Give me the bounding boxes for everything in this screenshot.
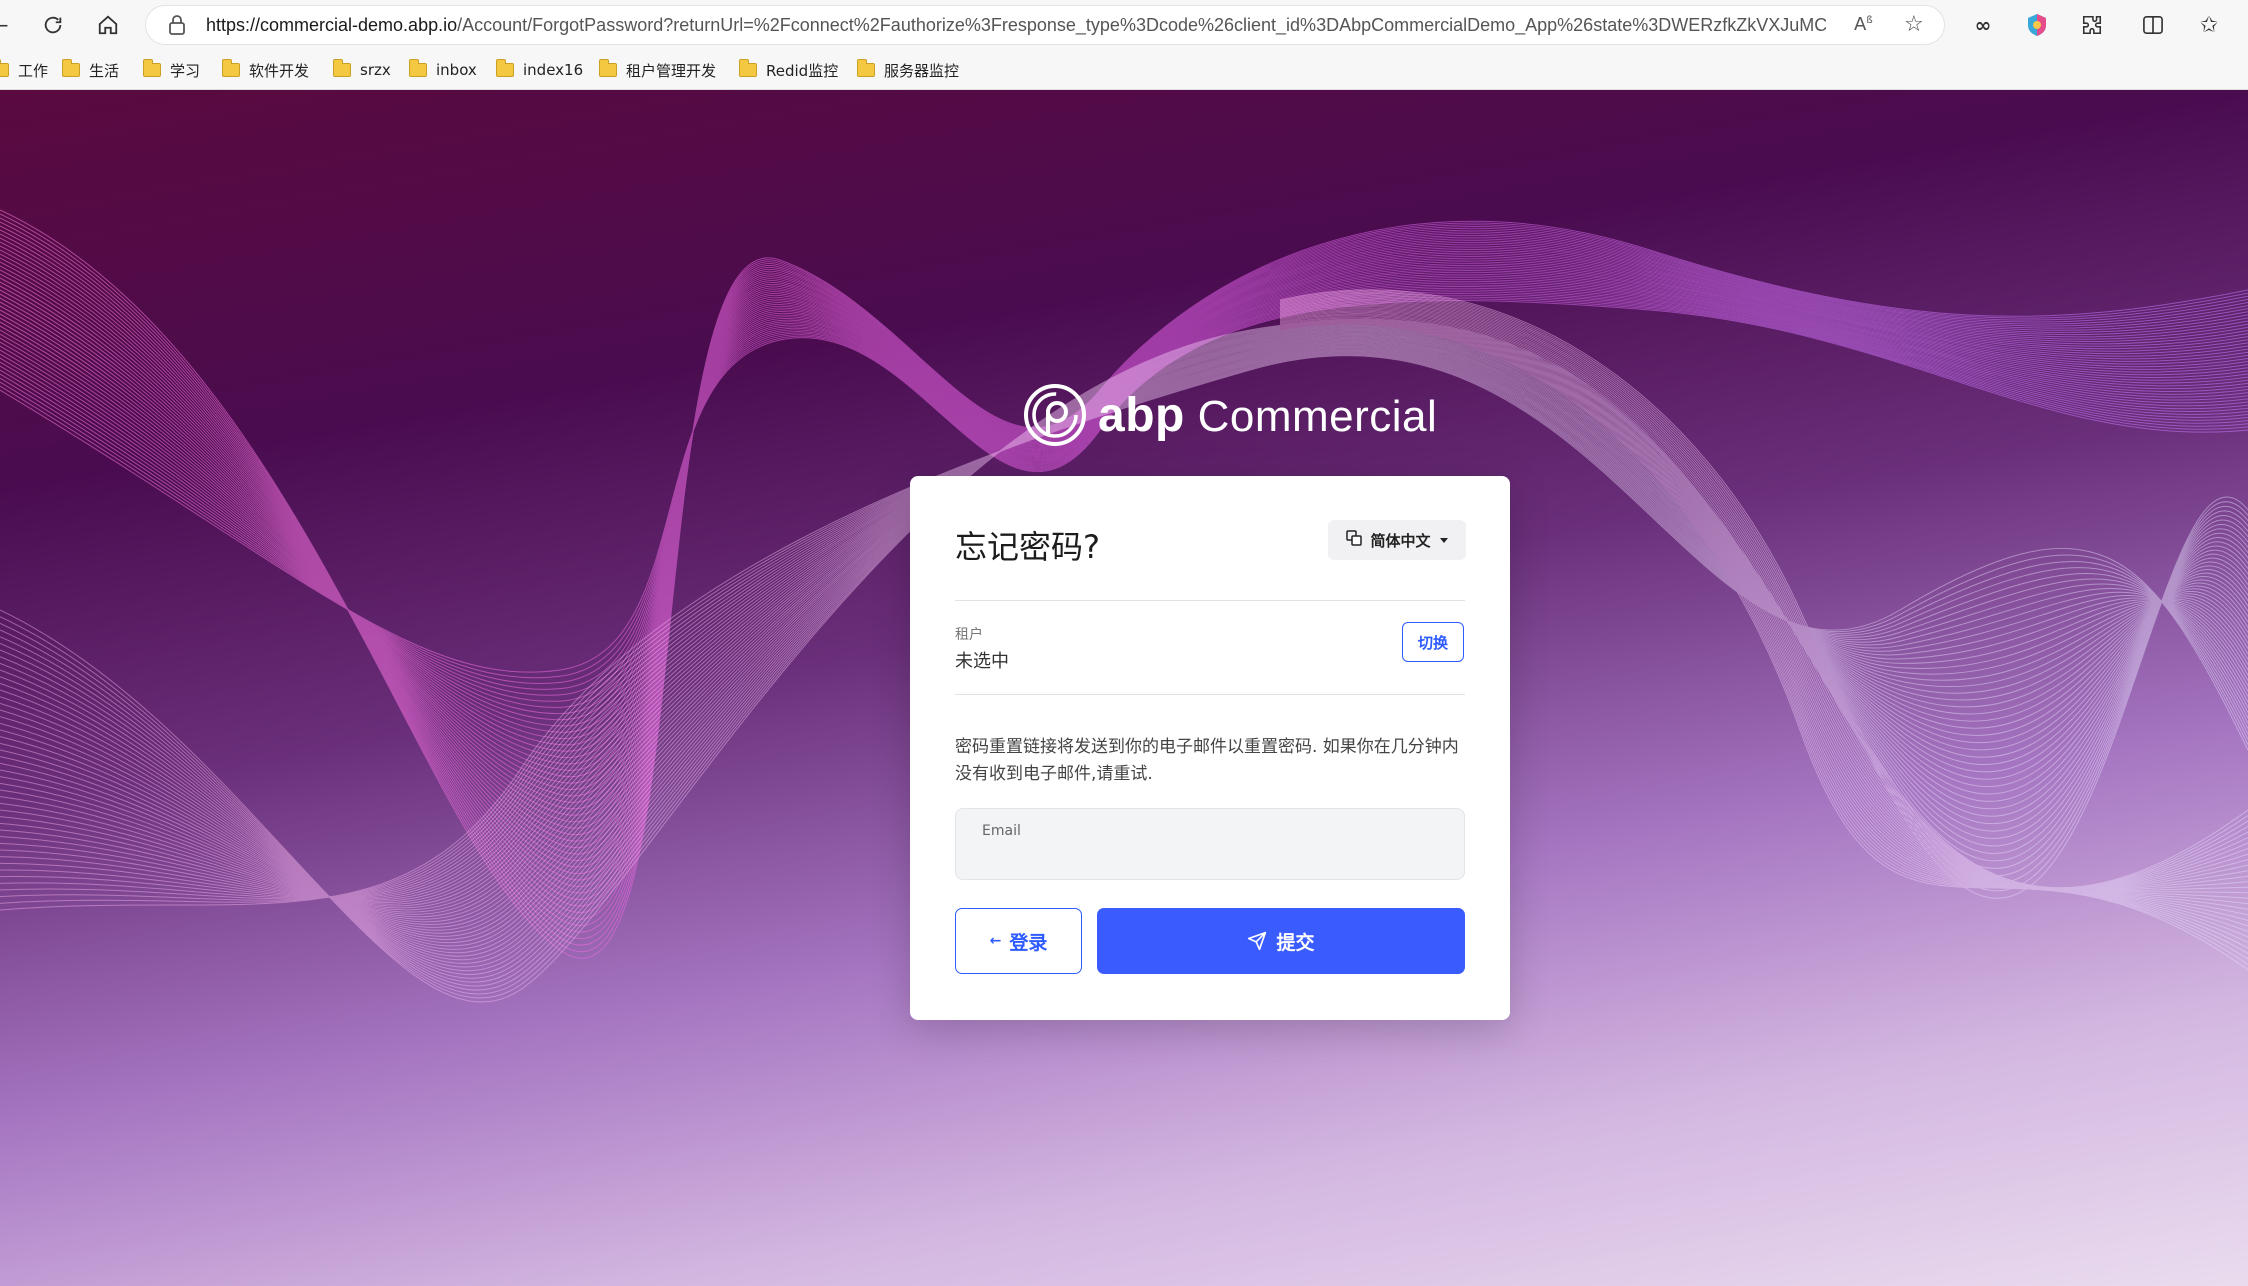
- shield-extension-icon[interactable]: [2022, 10, 2052, 40]
- favorite-star-icon[interactable]: ☆: [1904, 12, 1924, 37]
- tenant-label: 租户: [955, 627, 983, 643]
- abp-logo-icon: [1024, 384, 1086, 446]
- back-icon[interactable]: –: [0, 10, 18, 40]
- url-text[interactable]: https://commercial-demo.abp.io/Account/F…: [206, 15, 1826, 36]
- switch-tenant-button[interactable]: 切换: [1402, 622, 1464, 662]
- home-icon[interactable]: [93, 10, 123, 40]
- divider: [955, 694, 1465, 695]
- divider: [955, 600, 1465, 601]
- login-label: 登录: [1009, 931, 1048, 954]
- bookmarks-bar: 工作 生活 学习 软件开发 srzx inbox index16 租户管理开发 …: [0, 50, 2248, 90]
- bookmark-folder[interactable]: srzx: [333, 59, 391, 81]
- email-field[interactable]: Email: [955, 808, 1465, 880]
- brand-name: abp Commercial: [1098, 388, 1438, 442]
- address-bar[interactable]: https://commercial-demo.abp.io/Account/F…: [145, 5, 1945, 45]
- folder-icon: [496, 59, 514, 77]
- folder-icon: [409, 59, 427, 77]
- translate-icon: [1346, 530, 1363, 550]
- folder-icon: [143, 59, 161, 77]
- bookmark-folder[interactable]: 软件开发: [222, 59, 309, 81]
- reset-info-text: 密码重置链接将发送到你的电子邮件以重置密码. 如果你在几分钟内没有收到电子邮件,…: [955, 737, 1459, 784]
- submit-label: 提交: [1276, 931, 1315, 954]
- language-selector[interactable]: 简体中文: [1328, 520, 1466, 560]
- favorites-list-icon[interactable]: ✩: [2194, 10, 2224, 40]
- tenant-value: 未选中: [955, 651, 1009, 672]
- extensions-puzzle-icon[interactable]: [2077, 10, 2107, 40]
- infinity-extension-icon[interactable]: ∞: [1968, 10, 1998, 40]
- bookmark-folder[interactable]: 学习: [143, 59, 200, 81]
- read-aloud-icon[interactable]: Aß: [1854, 14, 1873, 35]
- forgot-password-card: 忘记密码? 简体中文 租户 未选中 切换 密码重置链接将发送到你的电子邮件以重置…: [910, 476, 1510, 1020]
- caret-down-icon: [1439, 537, 1448, 543]
- folder-icon: [62, 59, 80, 77]
- language-label: 简体中文: [1370, 531, 1431, 550]
- page-background: abp Commercial 忘记密码? 简体中文 租户 未选中 切换 密码重置…: [0, 90, 2248, 1286]
- submit-button[interactable]: 提交: [1097, 908, 1465, 974]
- email-label: Email: [982, 823, 1021, 839]
- page-title: 忘记密码?: [955, 528, 1100, 566]
- folder-icon: [333, 59, 351, 77]
- folder-icon: [0, 59, 9, 77]
- bookmark-folder[interactable]: Redid监控: [739, 59, 838, 81]
- abp-commercial-logo: abp Commercial: [1022, 380, 1437, 450]
- bookmark-folder[interactable]: inbox: [409, 59, 477, 81]
- bookmark-folder[interactable]: 生活: [62, 59, 119, 81]
- bookmark-folder[interactable]: 服务器监控: [857, 59, 959, 81]
- folder-icon: [739, 59, 757, 77]
- folder-icon: [857, 59, 875, 77]
- back-to-login-button[interactable]: ← 登录: [955, 908, 1082, 974]
- bookmark-folder[interactable]: 工作: [0, 59, 48, 81]
- folder-icon: [599, 59, 617, 77]
- reload-icon[interactable]: [38, 10, 68, 40]
- browser-toolbar: – https://commercial-demo.abp.io/Account…: [0, 0, 2248, 50]
- split-screen-icon[interactable]: [2138, 10, 2168, 40]
- arrow-left-icon: ←: [989, 933, 1002, 949]
- email-input[interactable]: [980, 845, 1444, 873]
- lock-icon[interactable]: [168, 15, 186, 39]
- send-icon: [1247, 931, 1267, 951]
- folder-icon: [222, 59, 240, 77]
- bookmark-folder[interactable]: 租户管理开发: [599, 59, 716, 81]
- bookmark-folder[interactable]: index16: [496, 59, 583, 81]
